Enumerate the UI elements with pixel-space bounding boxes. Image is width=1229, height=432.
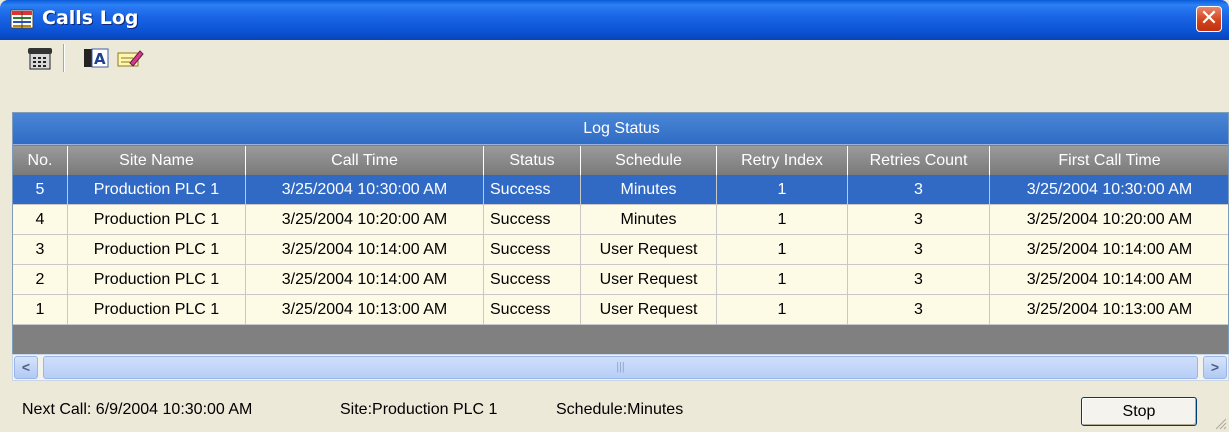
cell-first-call-time: 3/25/2004 10:20:00 AM bbox=[990, 205, 1228, 235]
grip-icon: ||| bbox=[616, 361, 625, 373]
cell-retries-count: 3 bbox=[848, 265, 990, 295]
chevron-left-icon: < bbox=[21, 359, 31, 375]
schedule-text: Schedule:Minutes bbox=[556, 401, 684, 418]
cell-retry-index: 1 bbox=[717, 175, 848, 205]
cell-status: Success bbox=[484, 175, 581, 205]
horizontal-scrollbar[interactable]: < ||| > bbox=[12, 354, 1229, 381]
column-header-first-call-time[interactable]: First Call Time bbox=[990, 146, 1228, 175]
cell-status: Success bbox=[484, 205, 581, 235]
cell-retries-count: 3 bbox=[848, 295, 990, 325]
table-row[interactable]: 4 Production PLC 1 3/25/2004 10:20:00 AM… bbox=[13, 205, 1228, 235]
column-header-retries-count[interactable]: Retries Count bbox=[848, 146, 990, 175]
cell-no: 4 bbox=[13, 205, 68, 235]
calls-log-grid: Log Status No. Site Name Call Time Statu… bbox=[12, 112, 1229, 358]
cell-call-time: 3/25/2004 10:14:00 AM bbox=[246, 265, 484, 295]
cell-no: 3 bbox=[13, 235, 68, 265]
cell-retries-count: 3 bbox=[848, 235, 990, 265]
table-row[interactable]: 2 Production PLC 1 3/25/2004 10:14:00 AM… bbox=[13, 265, 1228, 295]
table-row[interactable]: 5 Production PLC 1 3/25/2004 10:30:00 AM… bbox=[13, 175, 1228, 205]
close-icon: ✕ bbox=[1199, 6, 1219, 31]
close-button[interactable]: ✕ bbox=[1196, 6, 1222, 32]
cell-call-time: 3/25/2004 10:20:00 AM bbox=[246, 205, 484, 235]
cell-schedule: User Request bbox=[581, 235, 717, 265]
column-header-no[interactable]: No. bbox=[13, 146, 68, 175]
phone-icon[interactable] bbox=[26, 45, 54, 71]
site-text: Site:Production PLC 1 bbox=[340, 401, 498, 418]
cell-first-call-time: 3/25/2004 10:14:00 AM bbox=[990, 235, 1228, 265]
font-icon[interactable]: A bbox=[82, 45, 110, 71]
scroll-left-button[interactable]: < bbox=[14, 356, 38, 379]
cell-retry-index: 1 bbox=[717, 265, 848, 295]
column-header-status[interactable]: Status bbox=[484, 146, 581, 175]
column-header-schedule[interactable]: Schedule bbox=[581, 146, 717, 175]
status-bar: Next Call: 6/9/2004 10:30:00 AM Site:Pro… bbox=[0, 384, 1229, 432]
cell-site-name: Production PLC 1 bbox=[68, 295, 246, 325]
cell-no: 2 bbox=[13, 265, 68, 295]
cell-status: Success bbox=[484, 265, 581, 295]
calls-log-app-icon bbox=[10, 9, 34, 29]
chevron-right-icon: > bbox=[1210, 359, 1220, 375]
toolbar: A bbox=[0, 40, 1229, 112]
scrollbar-thumb[interactable]: ||| bbox=[43, 356, 1198, 379]
column-header-call-time[interactable]: Call Time bbox=[246, 146, 484, 175]
column-header-site-name[interactable]: Site Name bbox=[68, 146, 246, 175]
cell-schedule: User Request bbox=[581, 265, 717, 295]
cell-retries-count: 3 bbox=[848, 205, 990, 235]
svg-text:A: A bbox=[94, 50, 106, 68]
cell-status: Success bbox=[484, 295, 581, 325]
cell-schedule: Minutes bbox=[581, 175, 717, 205]
column-header-retry-index[interactable]: Retry Index bbox=[717, 146, 848, 175]
cell-site-name: Production PLC 1 bbox=[68, 235, 246, 265]
cell-site-name: Production PLC 1 bbox=[68, 265, 246, 295]
cell-site-name: Production PLC 1 bbox=[68, 175, 246, 205]
cell-no: 1 bbox=[13, 295, 68, 325]
table-row[interactable]: 3 Production PLC 1 3/25/2004 10:14:00 AM… bbox=[13, 235, 1228, 265]
log-status-group-header: Log Status bbox=[13, 113, 1228, 145]
cell-retry-index: 1 bbox=[717, 235, 848, 265]
cell-call-time: 3/25/2004 10:30:00 AM bbox=[246, 175, 484, 205]
cell-retry-index: 1 bbox=[717, 295, 848, 325]
column-header-row: No. Site Name Call Time Status Schedule … bbox=[13, 146, 1228, 175]
edit-icon[interactable] bbox=[116, 45, 144, 71]
cell-first-call-time: 3/25/2004 10:14:00 AM bbox=[990, 265, 1228, 295]
title-bar[interactable]: Calls Log ✕ bbox=[0, 0, 1229, 40]
window-title: Calls Log bbox=[42, 7, 139, 29]
cell-call-time: 3/25/2004 10:13:00 AM bbox=[246, 295, 484, 325]
scroll-right-button[interactable]: > bbox=[1203, 356, 1227, 379]
next-call-text: Next Call: 6/9/2004 10:30:00 AM bbox=[22, 401, 253, 418]
cell-site-name: Production PLC 1 bbox=[68, 205, 246, 235]
cell-status: Success bbox=[484, 235, 581, 265]
cell-call-time: 3/25/2004 10:14:00 AM bbox=[246, 235, 484, 265]
toolbar-separator bbox=[63, 44, 65, 72]
cell-no: 5 bbox=[13, 175, 68, 205]
cell-retry-index: 1 bbox=[717, 205, 848, 235]
cell-schedule: Minutes bbox=[581, 205, 717, 235]
table-row[interactable]: 1 Production PLC 1 3/25/2004 10:13:00 AM… bbox=[13, 295, 1228, 325]
stop-button[interactable]: Stop bbox=[1081, 397, 1197, 426]
cell-first-call-time: 3/25/2004 10:13:00 AM bbox=[990, 295, 1228, 325]
cell-schedule: User Request bbox=[581, 295, 717, 325]
cell-retries-count: 3 bbox=[848, 175, 990, 205]
cell-first-call-time: 3/25/2004 10:30:00 AM bbox=[990, 175, 1228, 205]
resize-grip-icon[interactable] bbox=[1213, 416, 1227, 430]
